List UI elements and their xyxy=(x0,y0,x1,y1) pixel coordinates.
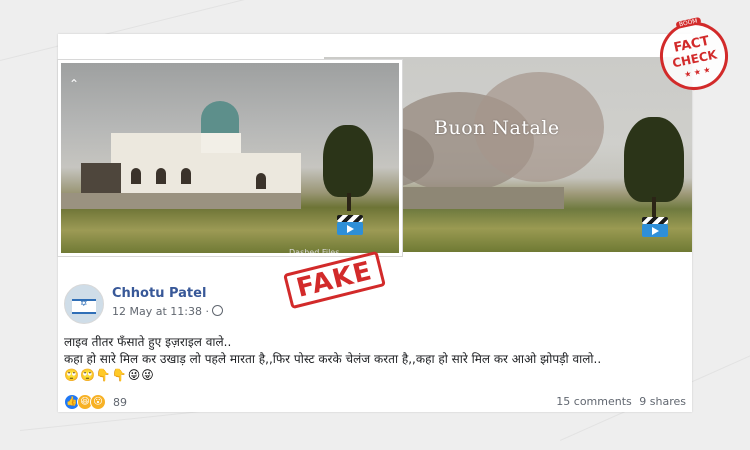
building xyxy=(241,153,301,198)
tree xyxy=(323,125,373,197)
building-shadow xyxy=(81,163,121,193)
post-media: Buon Natale ⌃ Dashed Files xyxy=(58,44,692,256)
engagement-stats: 15 comments 9 shares xyxy=(552,395,686,408)
avatar[interactable]: ✡ xyxy=(64,284,104,324)
globe-icon xyxy=(211,305,223,316)
video-watermark: Dashed Files xyxy=(289,248,340,256)
video-overlay-text: Buon Natale xyxy=(434,117,560,139)
arch-window xyxy=(181,168,191,184)
post-emojis: 🙄🙄👇👇😜😜 xyxy=(64,368,155,382)
post-text-line-1: लाइव तीतर फँसाते हुए इज़राइल वाले.. xyxy=(64,335,232,349)
clapperboard-icon xyxy=(337,215,363,235)
post-text-line-2: कहा हो सारे मिल कर उखाड़ लो पहले मारता ह… xyxy=(64,352,602,366)
tree-trunk xyxy=(347,193,351,211)
post-text: लाइव तीतर फँसाते हुए इज़राइल वाले.. कहा … xyxy=(64,334,601,368)
facebook-post-card: Buon Natale ⌃ Dashed Files ✡ Chhotu Pate… xyxy=(58,34,692,412)
tree xyxy=(624,117,684,202)
fake-stamp: FAKE xyxy=(283,250,386,310)
arch-window xyxy=(156,168,166,184)
tree-trunk xyxy=(652,197,656,217)
reaction-count: 89 xyxy=(113,395,127,409)
dome xyxy=(201,101,239,137)
timestamp-text: 12 May at 11:38 · xyxy=(112,305,209,318)
video-thumbnail-building[interactable]: ⌃ Dashed Files xyxy=(58,60,402,256)
compound-wall xyxy=(61,193,301,209)
building xyxy=(201,133,241,153)
post-timestamp[interactable]: 12 May at 11:38 · xyxy=(112,305,223,318)
author-name[interactable]: Chhotu Patel xyxy=(112,286,206,301)
star-of-david-icon: ✡ xyxy=(80,299,88,309)
shares-count[interactable]: 9 shares xyxy=(639,395,686,408)
reaction-summary[interactable]: 👍 😆 😮 89 xyxy=(64,394,127,410)
comments-count[interactable]: 15 comments xyxy=(556,395,632,408)
fact-check-tag: BOOM xyxy=(675,16,702,29)
arch-window xyxy=(256,173,266,189)
bird-icon: ⌃ xyxy=(69,77,80,91)
arch-window xyxy=(131,168,141,184)
clapperboard-icon xyxy=(642,217,668,237)
wow-reaction-icon: 😮 xyxy=(90,394,106,410)
